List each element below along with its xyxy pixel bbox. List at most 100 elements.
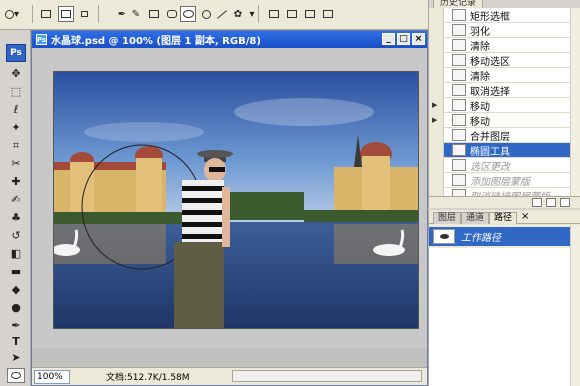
history-item-label: 移动 — [470, 116, 490, 128]
history-item[interactable]: 椭圆工具 — [429, 142, 580, 158]
history-item-label: 清除 — [470, 41, 490, 53]
magic-wand-icon[interactable]: ✦ — [7, 120, 25, 135]
dodge-tool-icon[interactable]: ● — [7, 300, 25, 315]
history-source-toggle[interactable] — [429, 22, 444, 38]
history-source-toggle[interactable] — [429, 7, 444, 23]
move-tool-icon[interactable]: ✥ — [7, 66, 25, 81]
maximize-button[interactable]: □ — [397, 33, 410, 45]
history-list: 矩形选框羽化清除移动选区清除取消选择移动移动合并图层椭圆工具选区更改添加图层蒙版… — [429, 7, 580, 203]
ellipse-tool-icon[interactable] — [180, 6, 196, 22]
paths-list-area — [429, 248, 571, 386]
history-step-icon — [452, 99, 466, 111]
minimize-button[interactable]: _ — [382, 33, 395, 45]
history-source-toggle[interactable] — [429, 157, 444, 173]
history-panel: 历史记录 矩形选框羽化清除移动选区清除取消选择移动移动合并图层椭圆工具选区更改添… — [428, 0, 580, 208]
paths-scrollbar[interactable] — [570, 225, 580, 386]
history-step-icon — [452, 114, 466, 126]
tab-layers[interactable]: 图层 — [433, 212, 462, 224]
history-footer — [429, 196, 580, 208]
status-bar: 100% 文档:512.7K/1.58M — [32, 367, 427, 385]
canvas-area[interactable] — [32, 48, 427, 348]
photo-canvas[interactable] — [53, 71, 419, 329]
path-thumbnail — [433, 229, 455, 244]
history-item-label: 椭圆工具 — [470, 146, 510, 158]
history-step-icon — [452, 69, 466, 81]
polygon-icon[interactable] — [198, 6, 214, 22]
history-item-label: 清除 — [470, 71, 490, 83]
history-source-toggle[interactable] — [429, 67, 444, 83]
slice-tool-icon[interactable]: ✂ — [7, 156, 25, 171]
history-item[interactable]: 移动 — [429, 112, 580, 128]
add-to-selection-icon[interactable] — [58, 6, 74, 22]
history-source-toggle[interactable] — [429, 52, 444, 68]
history-item[interactable]: 移动选区 — [429, 52, 580, 68]
history-step-icon — [452, 174, 466, 186]
close-button[interactable]: × — [412, 33, 425, 45]
document-window: Ps 水晶球.psd @ 100% (图层 1 副本, RGB/8) _ □ × — [31, 30, 428, 386]
new-document-icon[interactable] — [532, 198, 542, 207]
history-item-label: 选区更改 — [470, 161, 510, 173]
history-item[interactable]: 选区更改 — [429, 157, 580, 173]
tab-paths[interactable]: 路径 — [489, 212, 518, 224]
combine-add-icon[interactable] — [266, 6, 282, 22]
brush-tool-icon[interactable]: ✍ — [7, 192, 25, 207]
marquee-tool-icon[interactable]: ⬚ — [7, 84, 25, 99]
history-source-toggle[interactable] — [429, 127, 444, 143]
rounded-rectangle-icon[interactable] — [164, 6, 180, 22]
combine-subtract-icon[interactable] — [284, 6, 300, 22]
history-step-icon — [452, 129, 466, 141]
history-step-icon — [452, 159, 466, 171]
pen-tool-icon[interactable]: ✒ — [7, 318, 25, 333]
history-source-toggle[interactable] — [429, 97, 444, 113]
healing-brush-icon[interactable]: ✚ — [7, 174, 25, 189]
document-title: 水晶球.psd @ 100% (图层 1 副本, RGB/8) — [51, 36, 261, 47]
marquee-options-icon[interactable]: ▾ — [4, 6, 20, 22]
freeform-pen-icon[interactable]: ✎ — [128, 6, 144, 22]
type-tool-icon[interactable]: T — [7, 334, 25, 349]
path-select-icon[interactable]: ➤ — [7, 350, 25, 365]
document-size[interactable]: 文档:512.7K/1.58M — [106, 370, 190, 383]
panel-close-icon[interactable]: × — [521, 211, 529, 222]
line-tool-icon[interactable] — [214, 6, 230, 22]
history-item-label: 移动 — [470, 101, 490, 113]
ellipse-shape-tool-icon[interactable] — [7, 368, 25, 383]
clone-stamp-icon[interactable]: ♣ — [7, 210, 25, 225]
history-source-toggle[interactable] — [429, 172, 444, 188]
history-item-label: 取消选择 — [470, 86, 510, 98]
document-icon: Ps — [36, 34, 47, 45]
history-step-icon — [452, 54, 466, 66]
blur-tool-icon[interactable]: ◆ — [7, 282, 25, 297]
history-item[interactable]: 清除 — [429, 37, 580, 53]
tab-channels[interactable]: 通道 — [461, 212, 490, 224]
photo-scene — [54, 72, 418, 328]
history-source-toggle[interactable] — [429, 142, 444, 158]
zoom-field[interactable]: 100% — [34, 369, 70, 384]
history-item[interactable]: 移动 — [429, 97, 580, 113]
delete-state-icon[interactable] — [560, 198, 570, 207]
eraser-tool-icon[interactable]: ◧ — [7, 246, 25, 261]
horizontal-scrollbar[interactable] — [232, 370, 422, 382]
history-item[interactable]: 羽化 — [429, 22, 580, 38]
document-titlebar[interactable]: Ps 水晶球.psd @ 100% (图层 1 副本, RGB/8) _ □ × — [32, 31, 427, 48]
crop-tool-icon[interactable]: ⌗ — [7, 138, 25, 153]
new-snapshot-icon[interactable] — [546, 198, 556, 207]
history-item[interactable]: 矩形选框 — [429, 7, 580, 23]
new-selection-icon[interactable] — [38, 6, 54, 22]
rectangle-shape-icon[interactable] — [146, 6, 162, 22]
combine-intersect-icon[interactable] — [302, 6, 318, 22]
history-item[interactable]: 取消选择 — [429, 82, 580, 98]
history-scrollbar[interactable] — [570, 8, 580, 196]
lasso-tool-icon[interactable]: ℓ — [7, 102, 25, 117]
gradient-tool-icon[interactable]: ▬ — [7, 264, 25, 279]
history-brush-icon[interactable]: ↺ — [7, 228, 25, 243]
path-row-work-path[interactable]: 工作路径 — [429, 227, 571, 246]
history-item[interactable]: 清除 — [429, 67, 580, 83]
history-item[interactable]: 添加图层蒙版 — [429, 172, 580, 188]
history-source-toggle[interactable] — [429, 37, 444, 53]
history-source-toggle[interactable] — [429, 112, 444, 128]
combine-exclude-icon[interactable] — [320, 6, 336, 22]
rectangle-small-icon[interactable] — [76, 6, 92, 22]
history-item[interactable]: 合并图层 — [429, 127, 580, 143]
history-step-icon — [452, 24, 466, 36]
history-source-toggle[interactable] — [429, 82, 444, 98]
